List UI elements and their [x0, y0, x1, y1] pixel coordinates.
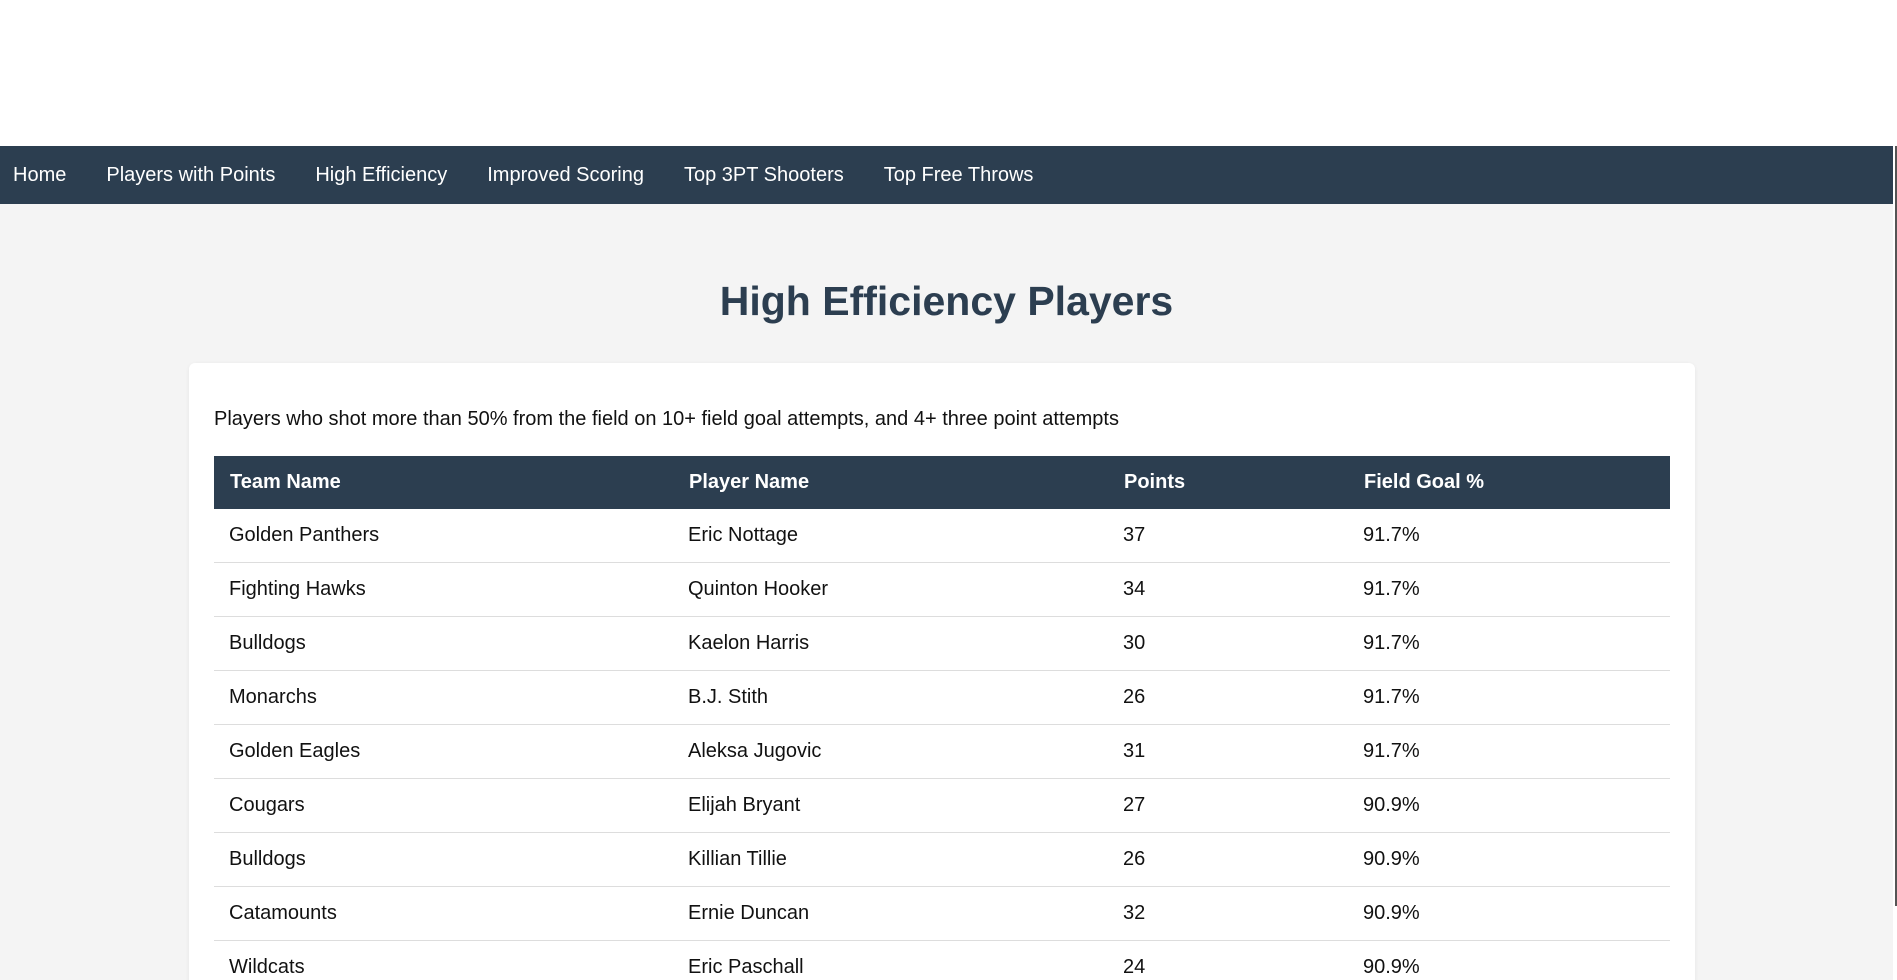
page-title: High Efficiency Players — [719, 278, 1174, 324]
cell-player-name: Killian Tillie — [673, 832, 1108, 887]
cell-team-name: Monarchs — [214, 670, 673, 725]
table-row: Golden Eagles Aleksa Jugovic 31 91.7% — [214, 724, 1670, 779]
nav-link-high-efficiency[interactable]: High Efficiency — [302, 164, 460, 187]
table-row: Monarchs B.J. Stith 26 91.7% — [214, 670, 1670, 725]
table-row: Fighting Hawks Quinton Hooker 34 91.7% — [214, 562, 1670, 617]
nav-link-top-3pt-shooters[interactable]: Top 3PT Shooters — [671, 164, 857, 187]
cell-team-name: Bulldogs — [214, 616, 673, 671]
column-header-points[interactable]: Points — [1108, 456, 1348, 509]
navbar: Home Players with Points High Efficiency… — [0, 146, 1893, 204]
table-row: Catamounts Ernie Duncan 32 90.9% — [214, 886, 1670, 941]
table-row: Bulldogs Killian Tillie 26 90.9% — [214, 832, 1670, 887]
cell-player-name: Elijah Bryant — [673, 778, 1108, 833]
cell-player-name: B.J. Stith — [673, 670, 1108, 725]
cell-team-name: Cougars — [214, 778, 673, 833]
table-row: Golden Panthers Eric Nottage 37 91.7% — [214, 509, 1670, 563]
cell-field-goal-pct: 90.9% — [1348, 778, 1670, 833]
cell-points: 26 — [1108, 832, 1348, 887]
cell-player-name: Kaelon Harris — [673, 616, 1108, 671]
cell-points: 26 — [1108, 670, 1348, 725]
cell-team-name: Golden Panthers — [214, 509, 673, 563]
cell-points: 30 — [1108, 616, 1348, 671]
cell-team-name: Catamounts — [214, 886, 673, 941]
cell-points: 34 — [1108, 562, 1348, 617]
table-row: Cougars Elijah Bryant 27 90.9% — [214, 778, 1670, 833]
top-blank-area — [0, 0, 1897, 146]
cell-field-goal-pct: 90.9% — [1348, 940, 1670, 980]
cell-field-goal-pct: 91.7% — [1348, 670, 1670, 725]
cell-field-goal-pct: 91.7% — [1348, 509, 1670, 563]
cell-field-goal-pct: 90.9% — [1348, 886, 1670, 941]
cell-field-goal-pct: 91.7% — [1348, 562, 1670, 617]
cell-team-name: Bulldogs — [214, 832, 673, 887]
nav-link-improved-scoring[interactable]: Improved Scoring — [474, 164, 657, 187]
column-header-team-name[interactable]: Team Name — [214, 456, 673, 509]
column-header-field-goal-pct[interactable]: Field Goal % — [1348, 456, 1670, 509]
players-table: Team Name Player Name Points Field Goal … — [214, 456, 1670, 980]
cell-team-name: Fighting Hawks — [214, 562, 673, 617]
table-row: Bulldogs Kaelon Harris 30 91.7% — [214, 616, 1670, 671]
cell-field-goal-pct: 90.9% — [1348, 832, 1670, 887]
cell-points: 32 — [1108, 886, 1348, 941]
table-row: Wildcats Eric Paschall 24 90.9% — [214, 940, 1670, 980]
nav-link-home[interactable]: Home — [0, 164, 79, 187]
cell-points: 31 — [1108, 724, 1348, 779]
cell-team-name: Golden Eagles — [214, 724, 673, 779]
cell-points: 24 — [1108, 940, 1348, 980]
nav-link-players-with-points[interactable]: Players with Points — [93, 164, 288, 187]
cell-points: 37 — [1108, 509, 1348, 563]
cell-team-name: Wildcats — [214, 940, 673, 980]
cell-player-name: Eric Paschall — [673, 940, 1108, 980]
cell-player-name: Aleksa Jugovic — [673, 724, 1108, 779]
table-header-row: Team Name Player Name Points Field Goal … — [214, 456, 1670, 509]
column-header-player-name[interactable]: Player Name — [673, 456, 1108, 509]
results-card: Players who shot more than 50% from the … — [189, 363, 1695, 980]
cell-player-name: Quinton Hooker — [673, 562, 1108, 617]
cell-field-goal-pct: 91.7% — [1348, 616, 1670, 671]
cell-field-goal-pct: 91.7% — [1348, 724, 1670, 779]
browser-viewport: Home Players with Points High Efficiency… — [0, 0, 1897, 980]
cell-player-name: Ernie Duncan — [673, 886, 1108, 941]
page-description: Players who shot more than 50% from the … — [214, 408, 1119, 430]
cell-player-name: Eric Nottage — [673, 509, 1108, 563]
nav-link-top-free-throws[interactable]: Top Free Throws — [871, 164, 1047, 187]
page-content: High Efficiency Players Players who shot… — [0, 204, 1893, 980]
cell-points: 27 — [1108, 778, 1348, 833]
